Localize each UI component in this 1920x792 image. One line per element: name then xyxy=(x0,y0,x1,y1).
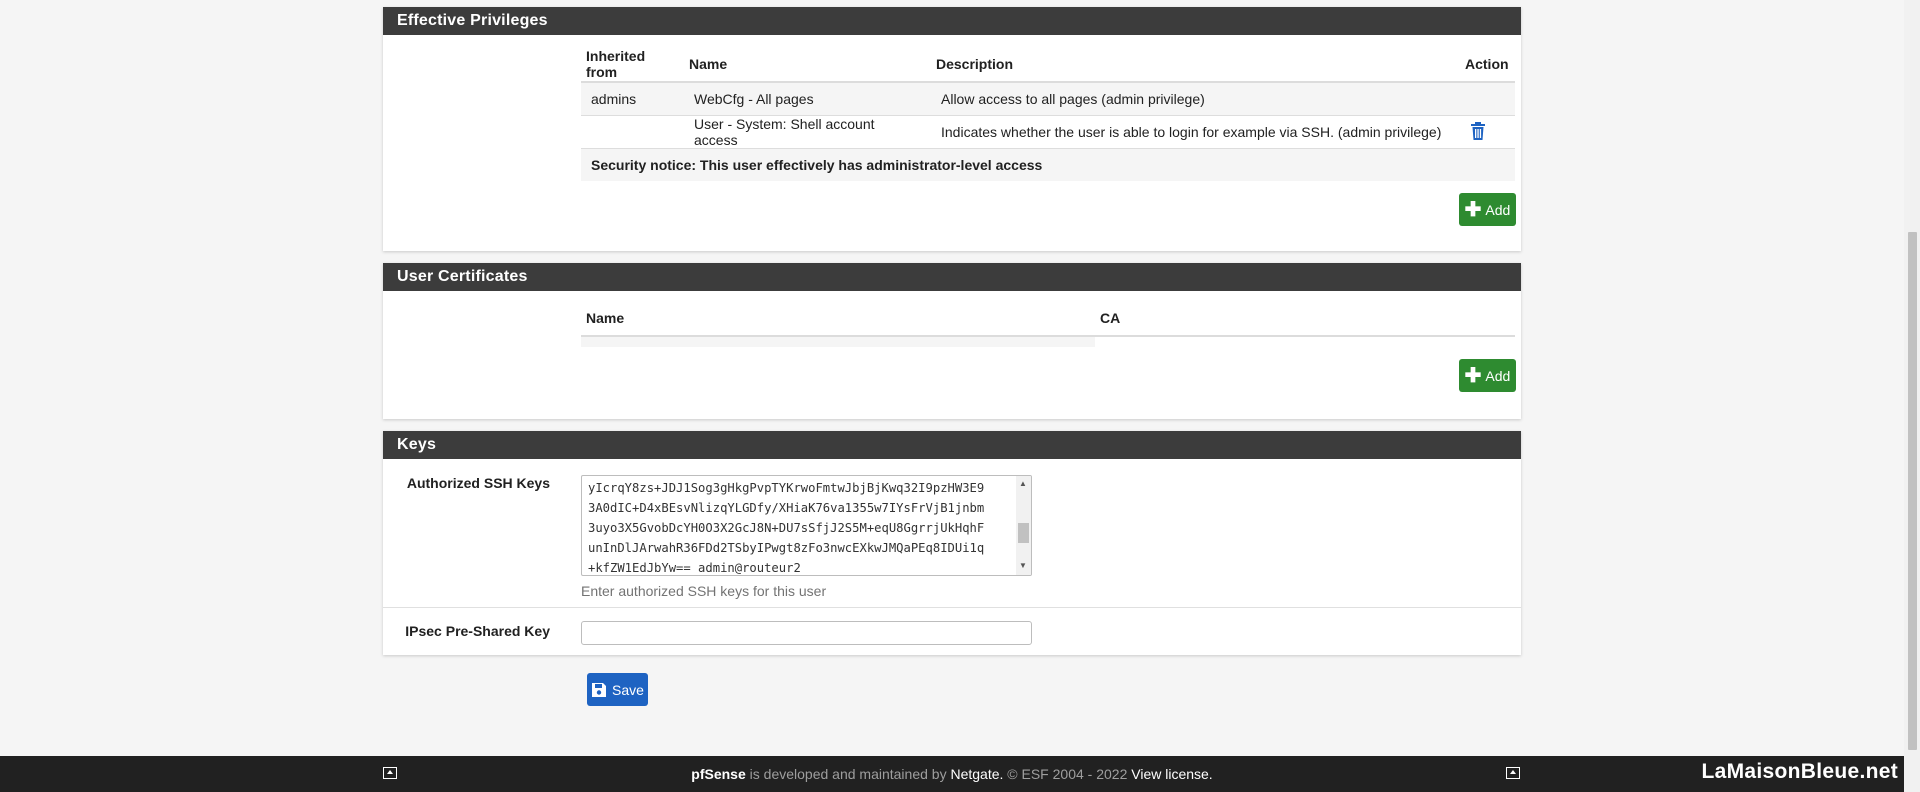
main-container: Effective Privileges Inherited from Name… xyxy=(383,7,1521,667)
scroll-top-icon[interactable] xyxy=(1506,767,1520,779)
row-name: WebCfg - All pages xyxy=(684,82,931,116)
column-header: Action xyxy=(1460,47,1515,83)
footer-text-2: © ESF 2004 - 2022 xyxy=(1003,766,1132,782)
keys-body: Authorized SSH Keys yIcrqY8zs+JDJ1Sog3gH… xyxy=(383,459,1521,655)
add-certificate-button[interactable]: ✚ Add xyxy=(1459,359,1516,392)
ssh-keys-label: Authorized SSH Keys xyxy=(406,475,550,491)
certificates-table: Name CA xyxy=(581,301,1515,347)
panel-title: User Certificates xyxy=(383,263,1521,291)
trash-icon[interactable] xyxy=(1470,121,1486,143)
column-header: Description xyxy=(931,47,1460,83)
table-row: User - System: Shell account access Indi… xyxy=(581,115,1515,149)
scroll-down-icon[interactable]: ▼ xyxy=(1019,561,1027,570)
footer-product-link[interactable]: pfSense xyxy=(691,766,745,782)
table-header-row: Name CA xyxy=(581,301,1515,337)
footer: pfSense is developed and maintained by N… xyxy=(0,756,1904,792)
row-inherited: admins xyxy=(581,82,684,116)
ssh-keys-help: Enter authorized SSH keys for this user xyxy=(581,583,827,599)
save-button[interactable]: Save xyxy=(587,673,648,706)
column-header: Name xyxy=(581,301,1095,337)
table-row xyxy=(581,336,1515,347)
effective-privileges-panel: Effective Privileges Inherited from Name… xyxy=(383,7,1521,251)
user-certificates-body: Name CA ✚ Add xyxy=(383,291,1521,419)
row-name: User - System: Shell account access xyxy=(684,115,931,149)
column-header: Inherited from xyxy=(581,47,684,83)
ssh-keys-textarea[interactable]: yIcrqY8zs+JDJ1Sog3gHkgPvpTYKrwoFmtwJbjBj… xyxy=(581,475,1032,576)
page-scroll-thumb[interactable] xyxy=(1908,232,1917,750)
add-label: Add xyxy=(1485,201,1511,218)
plus-icon: ✚ xyxy=(1464,364,1482,387)
row-divider xyxy=(383,607,1521,608)
keys-panel: Keys Authorized SSH Keys yIcrqY8zs+JDJ1S… xyxy=(383,431,1521,655)
ipsec-key-input[interactable] xyxy=(581,621,1032,645)
effective-privileges-body: Inherited from Name Description Action a… xyxy=(383,35,1521,251)
user-certificates-panel: User Certificates Name CA ✚ Add xyxy=(383,263,1521,419)
table-row: Security notice: This user effectively h… xyxy=(581,148,1515,181)
empty-cell xyxy=(1095,336,1515,347)
row-action xyxy=(1460,82,1515,116)
footer-license-link[interactable]: View license. xyxy=(1131,766,1212,782)
floppy-icon xyxy=(592,682,607,697)
add-label: Add xyxy=(1485,367,1511,384)
privileges-table: Inherited from Name Description Action a… xyxy=(581,47,1515,181)
watermark: LaMaisonBleue.net xyxy=(1701,760,1898,783)
column-header: CA xyxy=(1095,301,1515,337)
plus-icon: ✚ xyxy=(1464,198,1482,221)
footer-text: pfSense is developed and maintained by N… xyxy=(0,766,1904,782)
save-label: Save xyxy=(612,681,644,698)
row-inherited xyxy=(581,115,684,149)
ipsec-key-label: IPsec Pre-Shared Key xyxy=(405,623,550,639)
row-description: Allow access to all pages (admin privile… xyxy=(931,82,1460,116)
row-action xyxy=(1460,115,1515,149)
panel-title: Effective Privileges xyxy=(383,7,1521,35)
textarea-scrollbar[interactable]: ▲ ▼ xyxy=(1016,476,1031,575)
page-scrollbar[interactable] xyxy=(1904,0,1920,792)
row-description: Indicates whether the user is able to lo… xyxy=(931,115,1460,149)
scroll-up-icon[interactable]: ▲ xyxy=(1019,479,1027,488)
panel-title: Keys xyxy=(383,431,1521,459)
ssh-keys-value: yIcrqY8zs+JDJ1Sog3gHkgPvpTYKrwoFmtwJbjBj… xyxy=(588,481,985,575)
table-header-row: Inherited from Name Description Action xyxy=(581,47,1515,83)
footer-text-1: is developed and maintained by xyxy=(745,766,951,782)
empty-cell xyxy=(581,336,1095,347)
security-notice: Security notice: This user effectively h… xyxy=(581,148,1515,181)
add-privilege-button[interactable]: ✚ Add xyxy=(1459,193,1516,226)
column-header: Name xyxy=(684,47,931,83)
scroll-thumb[interactable] xyxy=(1018,523,1029,543)
table-row: admins WebCfg - All pages Allow access t… xyxy=(581,82,1515,116)
footer-company-link[interactable]: Netgate. xyxy=(950,766,1003,782)
